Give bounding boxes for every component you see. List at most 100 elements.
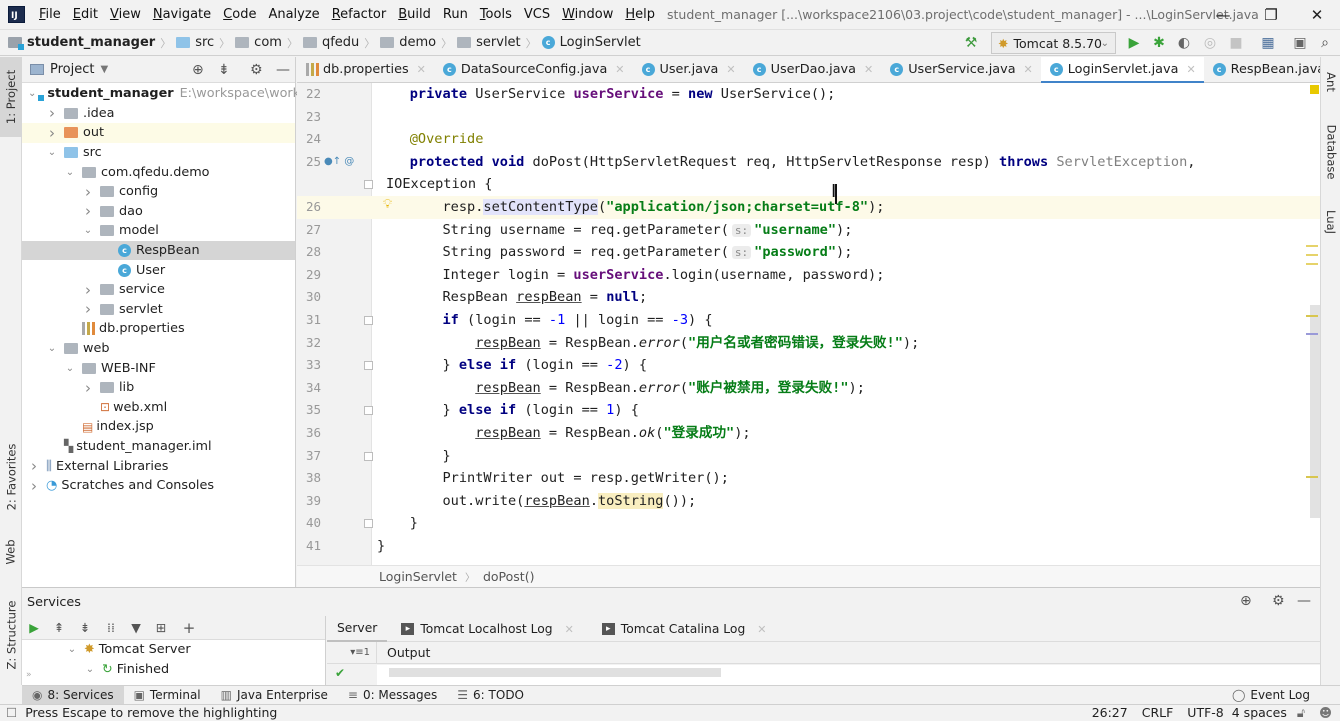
profile-icon[interactable]: ◎	[1201, 34, 1219, 52]
breadcrumb-item[interactable]: c LoginServlet	[541, 35, 641, 50]
fold-icon[interactable]	[364, 316, 373, 325]
close-tab-icon[interactable]: ✕	[757, 623, 766, 636]
tree-item[interactable]: ⌄ student_manager E:\workspace\worksp	[22, 84, 315, 104]
close-window-button[interactable]: ✕	[1294, 0, 1340, 29]
breadcrumb-item[interactable]: qfedu 〉	[302, 35, 380, 51]
chevron-right-icon[interactable]: ›	[46, 104, 58, 122]
code-line[interactable]: 23	[297, 106, 1320, 129]
chevron-right-icon[interactable]: ›	[28, 457, 40, 475]
code-line[interactable]: 34 respBean = RespBean.error("账户被禁用，登录失败…	[297, 377, 1320, 400]
indent-setting[interactable]: 4 spaces	[1232, 705, 1287, 720]
chevron-down-icon[interactable]: ⌄	[64, 363, 76, 374]
fold-icon[interactable]	[364, 180, 373, 190]
run-icon[interactable]: ▶	[1125, 34, 1143, 52]
services-tab[interactable]: Server	[327, 616, 388, 642]
chevron-down-icon[interactable]: ⌄	[46, 147, 58, 158]
structure-tool-tab[interactable]: Z: Structure	[0, 587, 22, 682]
menu-code[interactable]: Code	[217, 7, 262, 22]
close-tab-icon[interactable]: ✕	[726, 63, 735, 76]
chevron-down-icon[interactable]: ⌄	[66, 644, 78, 655]
menu-file[interactable]: File	[33, 7, 67, 22]
menu-tools[interactable]: Tools	[474, 7, 518, 22]
code-line[interactable]: 41}	[297, 535, 1320, 558]
expand-all-icon[interactable]: ⇞	[46, 620, 72, 635]
service-item[interactable]: ⌄ ✸ Tomcat Server	[22, 640, 325, 660]
override-method-icon[interactable]: ●↑ @	[324, 151, 354, 174]
output-area[interactable]	[377, 665, 1320, 686]
tree-item[interactable]: ▤ index.jsp	[22, 417, 295, 437]
close-tab-icon[interactable]: ✕	[615, 63, 624, 76]
breadcrumb-method[interactable]: doPost()	[483, 569, 535, 584]
tree-item[interactable]: ⊡ web.xml	[22, 398, 295, 418]
menu-window[interactable]: Window	[556, 7, 619, 22]
editor-tab[interactable]: c LoginServlet.java ✕	[1040, 56, 1204, 84]
chevron-right-icon[interactable]: ›	[82, 281, 94, 299]
lightbulb-icon[interactable]: 💡︎	[383, 194, 392, 217]
breadcrumb-item[interactable]: student_manager 〉	[8, 35, 176, 51]
service-item[interactable]: ⌄ ↻ Finished	[22, 660, 325, 680]
line-separator[interactable]: CRLF	[1142, 705, 1174, 720]
chevron-right-icon[interactable]: ›	[82, 300, 94, 318]
fold-icon[interactable]	[364, 406, 373, 416]
tree-item[interactable]: › ⫼ External Libraries	[22, 456, 295, 476]
tree-item[interactable]: ⌄ WEB-INF	[22, 358, 295, 378]
menu-view[interactable]: View	[104, 7, 147, 22]
tree-item[interactable]: › service	[22, 280, 295, 300]
menu-analyze[interactable]: Analyze	[262, 7, 325, 22]
breadcrumb-item[interactable]: demo 〉	[380, 35, 457, 51]
locate-file-icon[interactable]: ⊕	[192, 62, 204, 78]
collapse-all-icon[interactable]: ⇟	[72, 620, 98, 635]
menu-help[interactable]: Help	[619, 7, 661, 22]
chevron-right-icon[interactable]: ›	[82, 379, 94, 397]
minimize-button[interactable]: —	[1200, 0, 1246, 29]
gear-icon[interactable]: ⚙	[1272, 593, 1285, 609]
tree-item[interactable]: › servlet	[22, 300, 295, 320]
close-tab-icon[interactable]: ✕	[417, 63, 426, 76]
close-tab-icon[interactable]: ✕	[1186, 63, 1195, 76]
chevron-right-icon[interactable]: ›	[28, 477, 40, 495]
code-line[interactable]: 40 }	[297, 512, 1320, 535]
tree-item[interactable]: db.properties	[22, 319, 295, 339]
event-log-button[interactable]: ◯ Event Log	[1232, 688, 1310, 702]
breadcrumb-item[interactable]: src 〉	[176, 35, 235, 51]
chevron-right-icon[interactable]: ›	[46, 124, 58, 142]
code-line[interactable]: 35 } else if (login == 1) {	[297, 399, 1320, 422]
close-tab-icon[interactable]: ✕	[864, 63, 873, 76]
menu-refactor[interactable]: Refactor	[326, 7, 393, 22]
gear-icon[interactable]: ⚙	[250, 62, 263, 78]
run-icon[interactable]: ▶	[22, 620, 46, 635]
chevron-down-icon[interactable]: ⌄	[84, 664, 96, 675]
code-line[interactable]: 24 @Override	[297, 128, 1320, 151]
fold-icon[interactable]	[364, 519, 373, 529]
restore-button[interactable]: ❐	[1248, 0, 1294, 29]
search-everywhere-icon[interactable]: ⌕	[1316, 34, 1334, 52]
tool-tab-services[interactable]: ◉ 8: Services	[22, 685, 124, 705]
lock-icon[interactable]: 🔓︎	[1297, 705, 1305, 721]
scrollbar-thumb[interactable]	[1310, 305, 1320, 518]
code-line[interactable]: 39 out.write(respBean.toString());	[297, 490, 1320, 513]
project-tool-tab[interactable]: 1: Project	[0, 57, 22, 137]
tree-item[interactable]: ⌄ web	[22, 339, 295, 359]
chevron-down-icon[interactable]: ⌄	[82, 225, 94, 236]
editor-tab[interactable]: db.properties ✕	[297, 57, 434, 83]
code-line[interactable]: 29 Integer login = userService.login(use…	[297, 264, 1320, 287]
code-line[interactable]: 26 resp.setContentType("application/json…	[297, 196, 1320, 219]
coverage-icon[interactable]: ◐	[1175, 34, 1193, 52]
breadcrumb-item[interactable]: servlet 〉	[457, 35, 542, 51]
output-count[interactable]: ▾≡1	[327, 641, 377, 664]
code-line[interactable]: 33 } else if (login == -2) {	[297, 354, 1320, 377]
tree-item[interactable]: c User	[22, 260, 295, 280]
inspector-icon[interactable]: ☻	[1319, 705, 1332, 720]
web-tool-tab[interactable]: Web	[0, 527, 22, 577]
code-line[interactable]: 32 respBean = RespBean.error("用户名或者密码错误，…	[297, 332, 1320, 355]
more-icon[interactable]: »	[26, 670, 32, 680]
dropdown-arrow-icon[interactable]: ▼	[100, 64, 108, 75]
tree-item[interactable]: ▚ student_manager.iml	[22, 437, 295, 457]
chevron-down-icon[interactable]: ⌄	[28, 88, 36, 99]
code-line[interactable]: IOException {	[297, 173, 1320, 196]
tree-item[interactable]: › lib	[22, 378, 295, 398]
menu-navigate[interactable]: Navigate	[147, 7, 217, 22]
hide-panel-icon[interactable]: —	[1297, 593, 1311, 609]
tool-tab-messages[interactable]: ≡ 0: Messages	[338, 686, 447, 705]
tool-tab-todo[interactable]: ☰ 6: TODO	[447, 686, 534, 705]
